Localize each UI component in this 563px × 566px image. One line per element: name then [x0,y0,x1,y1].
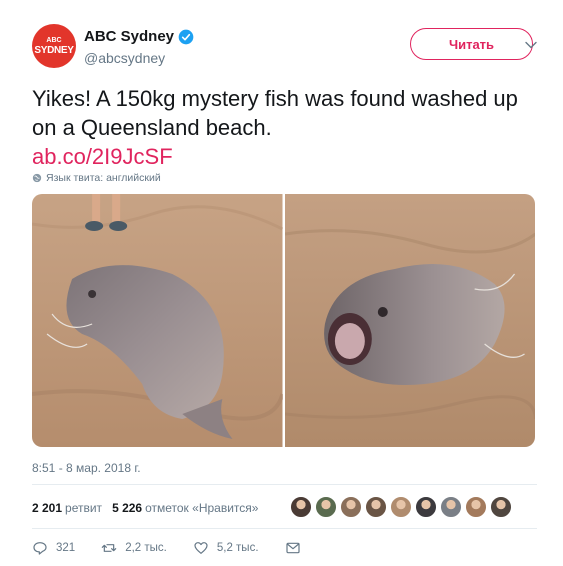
reply-icon [33,542,47,555]
display-name-row[interactable]: ABC Sydney [84,28,194,45]
author-block[interactable]: ABC Sydney @abcsydney [84,28,194,66]
heart-icon [194,542,208,554]
retweets-stat[interactable]: 2 201 ретвит [32,501,102,515]
tweet-body: Yikes! A 150kg mystery fish was found wa… [32,86,518,140]
verified-badge-icon [178,29,194,44]
reply-count: 321 [56,542,76,554]
handle[interactable]: @abcsydney [84,50,194,66]
liker-avatar[interactable] [465,496,487,518]
likes-count: 5 226 [112,501,143,515]
likes-label: отметок «Нравится» [145,501,259,515]
divider-top [32,484,537,485]
chevron-down-icon[interactable] [524,38,538,52]
retweet-count: 2,2 тыс. [125,542,167,554]
liker-avatar[interactable] [415,496,437,518]
liker-avatar[interactable] [315,496,337,518]
tweet-actions: 321 2,2 тыс. 5,2 тыс. [32,540,327,556]
photo-right[interactable] [284,194,535,447]
retweets-label: ретвит [65,501,103,515]
envelope-icon [285,542,300,554]
likes-stat[interactable]: 5 226 отметок «Нравится» [112,501,258,515]
tweet-timestamp[interactable]: 8:51 - 8 мар. 2018 г. [32,461,141,475]
fish-beach-photo-icon [32,194,283,447]
tweet-link[interactable]: ab.co/2I9JcSF [32,142,537,171]
retweet-icon [101,544,117,552]
like-count: 5,2 тыс. [216,542,259,554]
divider-bottom [32,528,537,529]
retweet-action[interactable]: 2,2 тыс. [101,540,167,556]
follow-button[interactable]: Читать [410,28,533,60]
avatar[interactable]: ABC SYDNEY [32,24,76,68]
direct-message-action[interactable] [285,540,301,556]
reply-action[interactable]: 321 [32,540,75,556]
liker-avatar[interactable] [290,496,312,518]
retweets-count: 2 201 [32,501,63,515]
tweet-stats: 2 201 ретвит 5 226 отметок «Нравится» [32,496,537,520]
liker-avatar[interactable] [490,496,512,518]
likers-avatars [290,496,512,518]
liker-avatar[interactable] [340,496,362,518]
tweet-media [32,194,535,447]
language-note: Язык твита: английский [32,172,161,184]
avatar-abc-text: ABC [46,36,62,44]
globe-icon [32,173,42,183]
liker-avatar[interactable] [390,496,412,518]
liker-avatar[interactable] [440,496,462,518]
fish-head-photo-icon [284,194,535,447]
liker-avatar[interactable] [365,496,387,518]
language-note-text: Язык твита: английский [46,172,161,184]
avatar-city-text: SYDNEY [34,44,74,56]
display-name[interactable]: ABC Sydney [84,28,174,45]
photo-left[interactable] [32,194,283,447]
like-action[interactable]: 5,2 тыс. [193,540,259,556]
tweet-header: ABC SYDNEY ABC Sydney @abcsydney Читать [32,24,537,74]
tweet-text: Yikes! A 150kg mystery fish was found wa… [32,84,537,171]
